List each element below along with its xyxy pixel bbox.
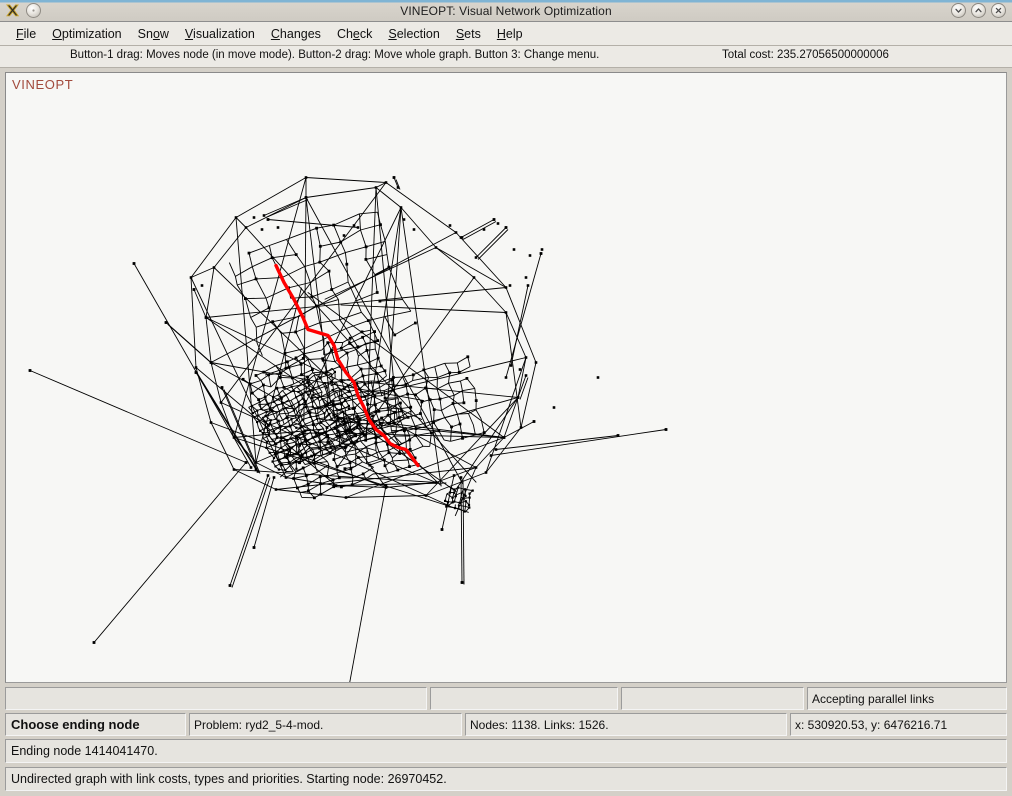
close-button[interactable] (991, 3, 1006, 18)
menu-item-file[interactable]: File (8, 25, 44, 43)
status-row-2: Choose ending node Problem: ryd2_5-4-mod… (5, 713, 1007, 736)
menu-item-visualization[interactable]: Visualization (177, 25, 263, 43)
menu-item-optimization[interactable]: Optimization (44, 25, 129, 43)
message-line-1: Ending node 1414041470. (5, 739, 1007, 763)
problem-name-label: Problem: ryd2_5-4-mod. (189, 713, 462, 736)
network-graph-svg[interactable] (6, 73, 1006, 682)
title-bar-left-controls (0, 3, 41, 18)
info-bar: Button-1 drag: Moves node (in move mode)… (0, 46, 1012, 68)
status-panel-2 (430, 687, 618, 710)
message-line-2: Undirected graph with link costs, types … (5, 767, 1007, 791)
total-cost-text: Total cost: 235.27056500000006 (722, 49, 889, 61)
x11-logo-icon (5, 3, 20, 18)
status-row-1: Accepting parallel links (5, 687, 1007, 710)
mouse-hint-text: Button-1 drag: Moves node (in move mode)… (70, 49, 600, 61)
parallel-links-status: Accepting parallel links (807, 687, 1007, 710)
maximize-button[interactable] (971, 3, 986, 18)
cursor-coordinates-label: x: 530920.53, y: 6476216.71 (790, 713, 1007, 736)
menu-bar: File Optimization Snow Visualization Changes… (0, 22, 1012, 46)
graph-canvas[interactable]: VINEOPT (5, 72, 1007, 683)
window-controls (951, 3, 1012, 18)
status-panel-3 (621, 687, 804, 710)
title-bar: VINEOPT: Visual Network Optimization (0, 0, 1012, 22)
menu-item-sets[interactable]: Sets (448, 25, 489, 43)
node-link-counts-label: Nodes: 1138. Links: 1526. (465, 713, 787, 736)
current-mode-label: Choose ending node (5, 713, 186, 736)
window-title: VINEOPT: Visual Network Optimization (400, 3, 612, 18)
window-menu-icon[interactable] (26, 3, 41, 18)
menu-item-snow[interactable]: Snow (130, 25, 177, 43)
status-panel-1 (5, 687, 427, 710)
menu-item-selection[interactable]: Selection (380, 25, 447, 43)
vineopt-window: VINEOPT: Visual Network Optimization Fil… (0, 0, 1012, 796)
menu-item-changes[interactable]: Changes (263, 25, 329, 43)
menu-item-help[interactable]: Help (489, 25, 531, 43)
status-area: Accepting parallel links Choose ending n… (0, 683, 1012, 796)
minimize-button[interactable] (951, 3, 966, 18)
menu-item-check[interactable]: Check (329, 25, 380, 43)
